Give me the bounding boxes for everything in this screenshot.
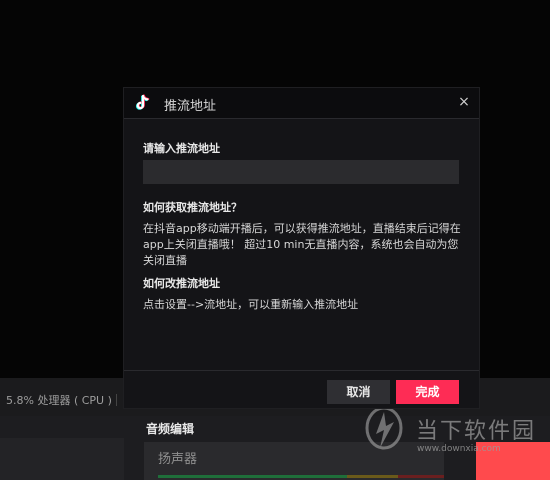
- left-panel: [0, 438, 124, 480]
- how-to-get-heading: 如何获取推流地址？: [143, 201, 242, 214]
- how-to-get-text: 在抖音app移动端开播后，可以获得推流地址，直播结束后记得在app上关闭直播哦！…: [143, 222, 461, 267]
- watermark-text: 当下软件园: [416, 419, 537, 444]
- speaker-label: 扬声器: [158, 452, 198, 467]
- watermark-logo-icon: [365, 406, 403, 450]
- cancel-button[interactable]: 取消: [327, 380, 390, 404]
- status-divider: [116, 394, 117, 406]
- cpu-usage-text: 5.8% 处理器 ( CPU ): [6, 394, 112, 407]
- done-button[interactable]: 完成: [396, 380, 459, 404]
- how-to-change-heading: 如何改推流地址: [143, 277, 220, 290]
- audio-edit-title: 音频编辑: [146, 422, 195, 436]
- dialog-title: 推流地址: [164, 99, 217, 114]
- how-to-change-text: 点击设置-->流地址，可以重新输入推流地址: [143, 298, 359, 311]
- push-url-dialog: 推流地址 × 请输入推流地址 如何获取推流地址？ 在抖音app移动端开播后，可以…: [124, 88, 479, 408]
- speaker-level-meter: [158, 475, 444, 478]
- douyin-logo-icon: [135, 94, 150, 110]
- footer-divider: [124, 370, 479, 371]
- close-icon[interactable]: ×: [456, 94, 472, 110]
- watermark-url: www.downxia.com: [417, 444, 501, 454]
- push-url-label: 请输入推流地址: [143, 142, 220, 155]
- header-divider: [124, 118, 479, 119]
- push-url-input[interactable]: [143, 160, 459, 184]
